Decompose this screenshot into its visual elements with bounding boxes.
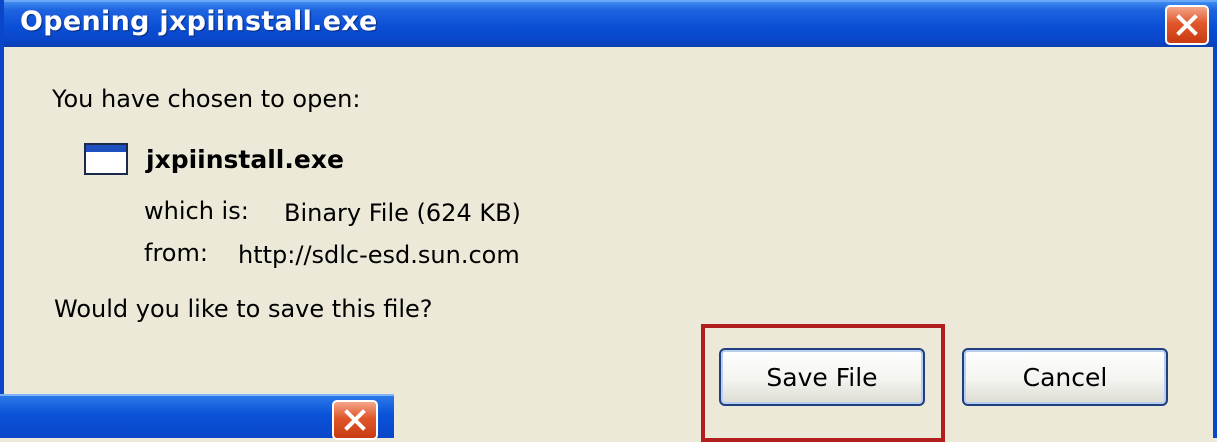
title-bar[interactable]: Opening jxpiinstall.exe — [4, 0, 1217, 47]
close-icon — [344, 409, 366, 431]
background-close-button[interactable] — [332, 400, 378, 440]
cancel-button[interactable]: Cancel — [962, 348, 1168, 406]
close-icon — [1176, 14, 1198, 36]
dialog-title: Opening jxpiinstall.exe — [20, 6, 378, 37]
file-source-label: from: — [144, 239, 208, 267]
file-type-label: which is: — [144, 197, 249, 225]
file-name: jxpiinstall.exe — [146, 145, 344, 174]
intro-text: You have chosen to open: — [52, 85, 361, 113]
download-dialog: Opening jxpiinstall.exe You have chosen … — [0, 0, 1217, 442]
save-question: Would you like to save this file? — [54, 295, 433, 323]
background-window-titlebar[interactable] — [0, 394, 394, 440]
close-button[interactable] — [1165, 5, 1209, 45]
save-button-highlight — [701, 324, 945, 442]
application-window-icon — [84, 143, 128, 175]
file-source-value: http://sdlc-esd.sun.com — [238, 241, 520, 269]
file-type-value: Binary File (624 KB) — [284, 199, 521, 227]
